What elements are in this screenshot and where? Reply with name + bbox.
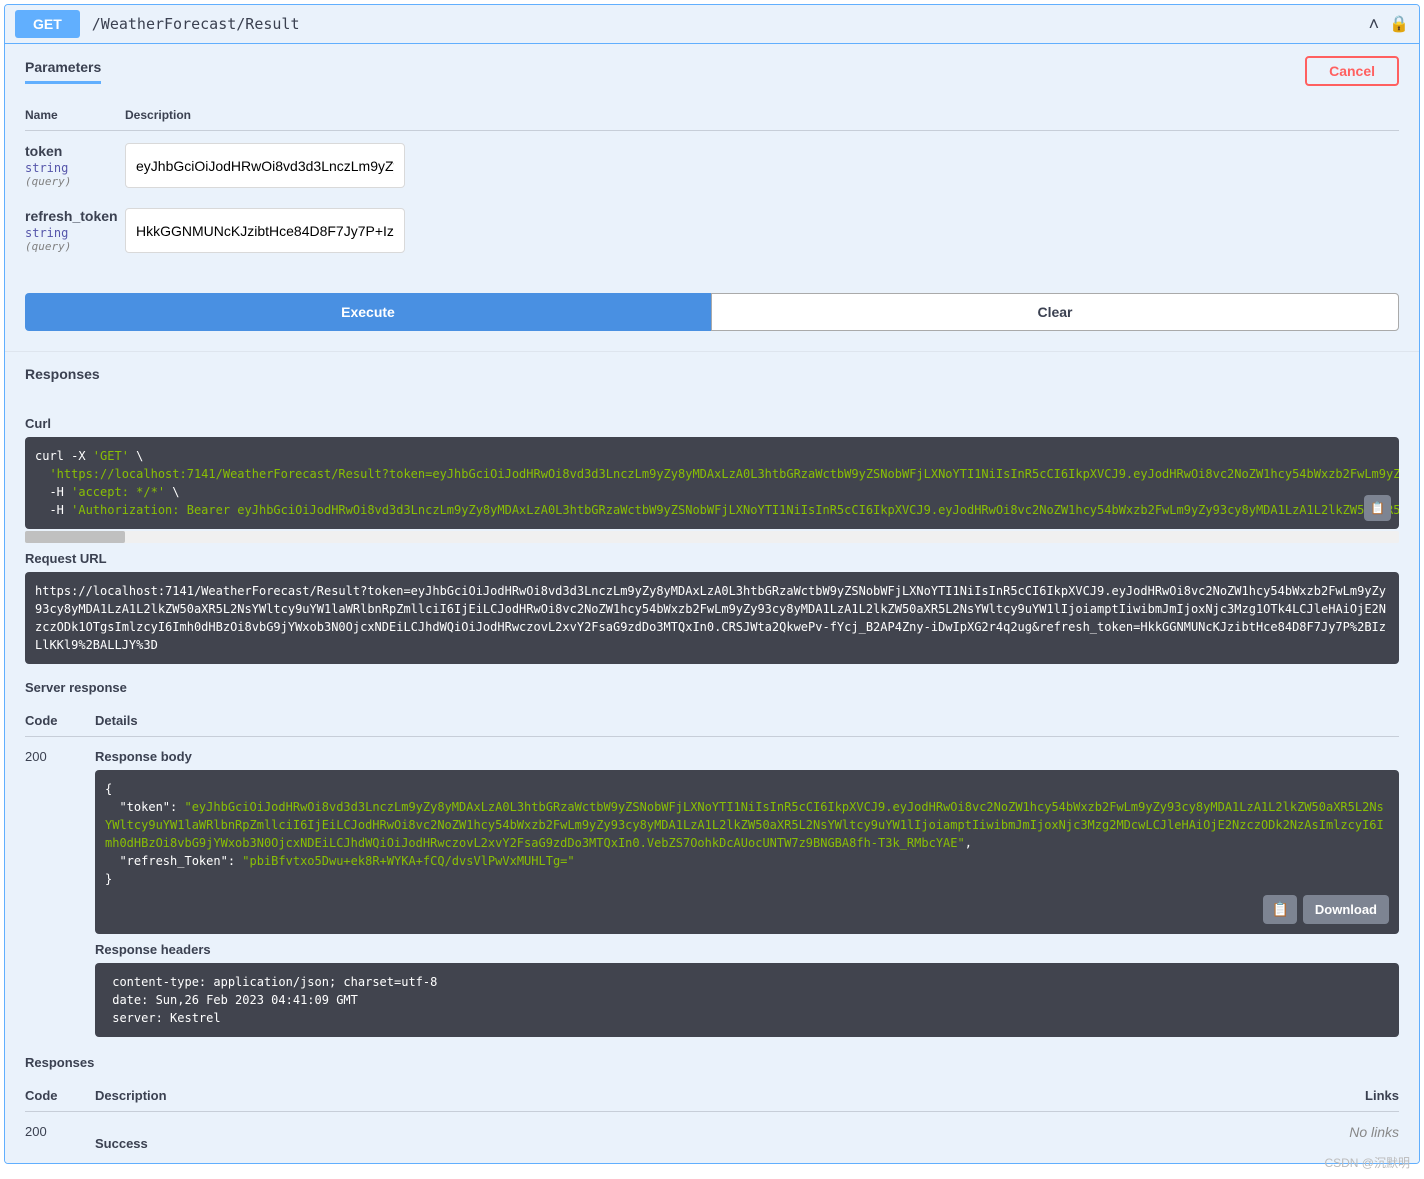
- chevron-up-icon[interactable]: ˄: [1369, 14, 1380, 35]
- server-response-label: Server response: [25, 680, 1399, 695]
- download-button[interactable]: Download: [1303, 895, 1389, 924]
- doc-responses-label: Responses: [25, 1055, 1399, 1070]
- refresh-token-input[interactable]: [125, 208, 405, 253]
- response-code: 200: [25, 749, 95, 764]
- execute-button[interactable]: Execute: [25, 293, 711, 331]
- endpoint-path: /WeatherForecast/Result: [92, 15, 1369, 33]
- parameter-row: token string (query): [25, 143, 1399, 188]
- param-name: token: [25, 143, 125, 159]
- details-header: Details: [95, 713, 1399, 728]
- swagger-operation: GET /WeatherForecast/Result ˄ 🔒 Paramete…: [4, 4, 1420, 1164]
- request-url-label: Request URL: [25, 551, 1399, 566]
- responses-title: Responses: [5, 351, 1419, 396]
- http-method-badge: GET: [15, 10, 80, 38]
- horizontal-scrollbar[interactable]: [25, 531, 1399, 543]
- response-body-label: Response body: [95, 749, 1399, 764]
- code-header: Code: [25, 1088, 95, 1103]
- clear-button[interactable]: Clear: [711, 293, 1399, 331]
- curl-block[interactable]: curl -X 'GET' \ 'https://localhost:7141/…: [25, 437, 1399, 529]
- curl-label: Curl: [25, 416, 1399, 431]
- links-header: Links: [1365, 1088, 1399, 1103]
- code-header: Code: [25, 713, 95, 728]
- parameters-tab: Parameters: [25, 59, 101, 84]
- token-input[interactable]: [125, 143, 405, 188]
- response-body-block[interactable]: { "token": "eyJhbGciOiJodHRwOi8vd3d3Lncz…: [95, 770, 1399, 934]
- column-description: Description: [125, 108, 191, 122]
- param-location: (query): [25, 240, 125, 253]
- response-headers-block[interactable]: content-type: application/json; charset=…: [95, 963, 1399, 1037]
- doc-response-desc: Success: [95, 1124, 1349, 1151]
- no-links-text: No links: [1349, 1124, 1399, 1140]
- description-header: Description: [95, 1088, 1365, 1103]
- param-name: refresh_token: [25, 208, 125, 224]
- param-type: string: [25, 226, 125, 240]
- copy-icon[interactable]: 📋: [1263, 895, 1296, 924]
- request-url-block[interactable]: https://localhost:7141/WeatherForecast/R…: [25, 572, 1399, 664]
- operation-header[interactable]: GET /WeatherForecast/Result ˄ 🔒: [5, 5, 1419, 44]
- watermark: CSDN @沉默明: [1324, 1154, 1410, 1171]
- lock-icon[interactable]: 🔒: [1389, 14, 1409, 34]
- scroll-thumb[interactable]: [25, 531, 125, 543]
- doc-response-code: 200: [25, 1124, 95, 1139]
- copy-icon[interactable]: 📋: [1364, 495, 1391, 521]
- response-headers-label: Response headers: [95, 942, 1399, 957]
- param-type: string: [25, 161, 125, 175]
- parameters-header: Parameters Cancel: [5, 44, 1419, 98]
- column-name: Name: [25, 108, 125, 122]
- cancel-button[interactable]: Cancel: [1305, 56, 1399, 86]
- parameter-row: refresh_token string (query): [25, 208, 1399, 253]
- param-location: (query): [25, 175, 125, 188]
